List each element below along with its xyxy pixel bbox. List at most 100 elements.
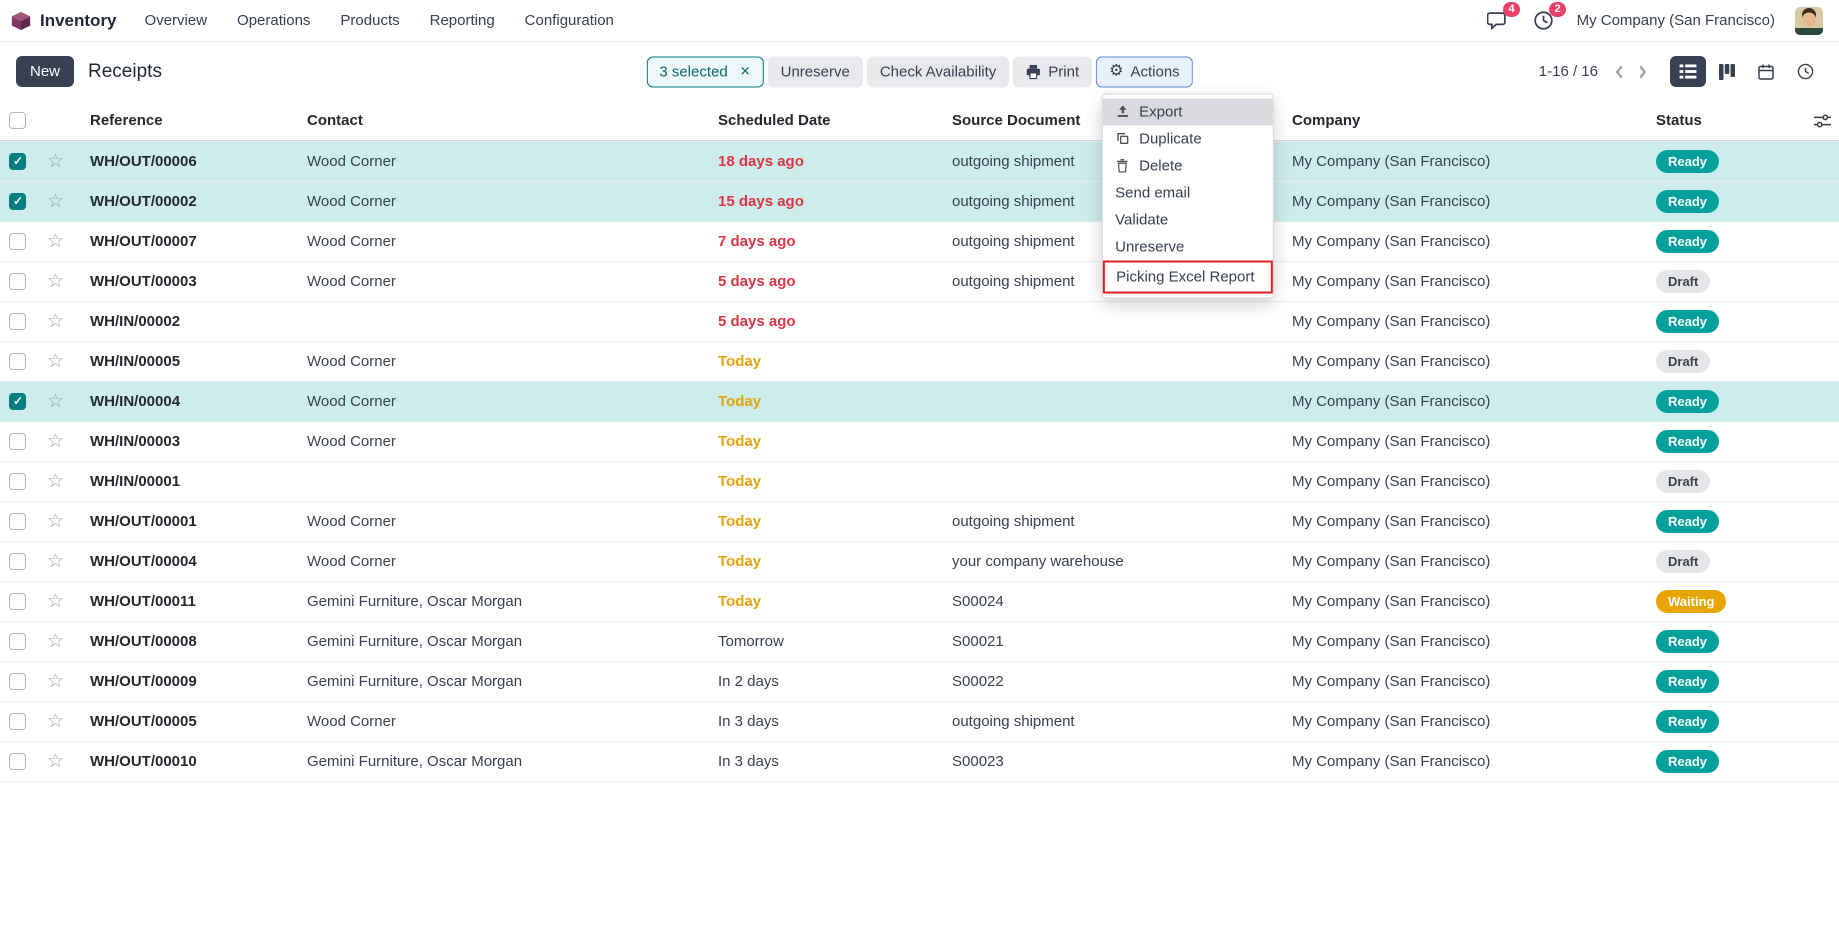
column-header-reference[interactable]: Reference bbox=[76, 112, 293, 129]
column-header-status[interactable]: Status bbox=[1642, 112, 1812, 129]
inventory-app-icon[interactable] bbox=[10, 10, 32, 32]
actions-menu-item[interactable]: Picking Excel Report bbox=[1103, 260, 1273, 293]
row-checkbox[interactable] bbox=[9, 513, 26, 530]
scheduled-date-cell: In 2 days bbox=[704, 673, 938, 690]
actions-button[interactable]: ⚙ Actions bbox=[1096, 56, 1193, 87]
company-switcher[interactable]: My Company (San Francisco) bbox=[1577, 12, 1775, 29]
selection-pill[interactable]: 3 selected ✕ bbox=[646, 56, 763, 87]
kanban-view-button[interactable] bbox=[1709, 56, 1745, 87]
print-button[interactable]: Print bbox=[1013, 56, 1092, 87]
list-row[interactable]: ☆ WH/OUT/00003 Wood Corner 5 days ago ou… bbox=[0, 261, 1839, 301]
favorite-star-icon[interactable]: ☆ bbox=[47, 632, 64, 651]
source-document-cell: outgoing shipment bbox=[938, 713, 1278, 730]
favorite-star-icon[interactable]: ☆ bbox=[47, 752, 64, 771]
row-checkbox[interactable] bbox=[9, 633, 26, 650]
favorite-star-icon[interactable]: ☆ bbox=[47, 392, 64, 411]
actions-menu-item[interactable]: Validate bbox=[1103, 206, 1273, 233]
list-row[interactable]: ☆ WH/OUT/00001 Wood Corner Today outgoin… bbox=[0, 501, 1839, 541]
row-checkbox[interactable] bbox=[9, 713, 26, 730]
actions-menu-item[interactable]: Unreserve bbox=[1103, 233, 1273, 260]
favorite-star-icon[interactable]: ☆ bbox=[47, 272, 64, 291]
row-checkbox[interactable] bbox=[9, 593, 26, 610]
list-row[interactable]: ☆ WH/OUT/00002 Wood Corner 15 days ago o… bbox=[0, 181, 1839, 221]
favorite-star-icon[interactable]: ☆ bbox=[47, 512, 64, 531]
pager-next-button[interactable] bbox=[1631, 61, 1654, 83]
actions-dropdown-menu: Export Duplicate Delete Send ema bbox=[1102, 93, 1274, 298]
activities-button[interactable]: 2 bbox=[1531, 9, 1557, 33]
row-checkbox[interactable] bbox=[9, 753, 26, 770]
column-header-scheduled-date[interactable]: Scheduled Date bbox=[704, 112, 938, 129]
company-cell: My Company (San Francisco) bbox=[1278, 593, 1642, 610]
favorite-star-icon[interactable]: ☆ bbox=[47, 552, 64, 571]
list-row[interactable]: ☆ WH/OUT/00004 Wood Corner Today your co… bbox=[0, 541, 1839, 581]
activity-view-button[interactable] bbox=[1787, 56, 1823, 87]
clear-selection-icon[interactable]: ✕ bbox=[740, 64, 751, 80]
pager-previous-button[interactable] bbox=[1608, 61, 1631, 83]
nav-menu-item[interactable]: Reporting bbox=[420, 7, 505, 34]
nav-menu-item[interactable]: Products bbox=[330, 7, 409, 34]
favorite-star-icon[interactable]: ☆ bbox=[47, 232, 64, 251]
actions-menu-item[interactable]: Export bbox=[1103, 98, 1273, 125]
favorite-star-icon[interactable]: ☆ bbox=[47, 152, 64, 171]
favorite-star-icon[interactable]: ☆ bbox=[47, 192, 64, 211]
list-row[interactable]: ☆ WH/IN/00005 Wood Corner Today My Compa… bbox=[0, 341, 1839, 381]
messages-button[interactable]: 4 bbox=[1485, 9, 1511, 33]
adjust-columns-icon[interactable] bbox=[1812, 114, 1839, 128]
favorite-star-icon[interactable]: ☆ bbox=[47, 312, 64, 331]
nav-menu-item[interactable]: Configuration bbox=[515, 7, 624, 34]
row-checkbox[interactable] bbox=[9, 553, 26, 570]
app-name[interactable]: Inventory bbox=[40, 11, 117, 31]
favorite-star-icon[interactable]: ☆ bbox=[47, 592, 64, 611]
row-checkbox[interactable] bbox=[9, 673, 26, 690]
row-checkbox[interactable] bbox=[9, 153, 26, 170]
actions-menu-item[interactable]: Duplicate bbox=[1103, 125, 1273, 152]
list-row[interactable]: ☆ WH/IN/00003 Wood Corner Today My Compa… bbox=[0, 421, 1839, 461]
list-row[interactable]: ☆ WH/OUT/00005 Wood Corner In 3 days out… bbox=[0, 701, 1839, 741]
list-row[interactable]: ☆ WH/OUT/00007 Wood Corner 7 days ago ou… bbox=[0, 221, 1839, 261]
row-checkbox[interactable] bbox=[9, 353, 26, 370]
list-view-button[interactable] bbox=[1670, 56, 1706, 87]
list-row[interactable]: ☆ WH/OUT/00011 Gemini Furniture, Oscar M… bbox=[0, 581, 1839, 621]
row-checkbox[interactable] bbox=[9, 393, 26, 410]
list-row[interactable]: ☆ WH/OUT/00009 Gemini Furniture, Oscar M… bbox=[0, 661, 1839, 701]
select-all-checkbox[interactable] bbox=[9, 112, 26, 129]
favorite-star-icon[interactable]: ☆ bbox=[47, 712, 64, 731]
row-checkbox[interactable] bbox=[9, 313, 26, 330]
list-row[interactable]: ☆ WH/OUT/00006 Wood Corner 18 days ago o… bbox=[0, 141, 1839, 181]
calendar-view-button[interactable] bbox=[1748, 56, 1784, 87]
row-checkbox[interactable] bbox=[9, 433, 26, 450]
actions-menu-item[interactable]: Delete bbox=[1103, 152, 1273, 179]
row-checkbox[interactable] bbox=[9, 193, 26, 210]
favorite-star-icon[interactable]: ☆ bbox=[47, 432, 64, 451]
list-row[interactable]: ☆ WH/IN/00004 Wood Corner Today My Compa… bbox=[0, 381, 1839, 421]
nav-menu-item[interactable]: Overview bbox=[135, 7, 218, 34]
column-header-contact[interactable]: Contact bbox=[293, 112, 704, 129]
list-row[interactable]: ☆ WH/OUT/00010 Gemini Furniture, Oscar M… bbox=[0, 741, 1839, 781]
scheduled-date-cell: Today bbox=[704, 353, 938, 370]
company-cell: My Company (San Francisco) bbox=[1278, 473, 1642, 490]
unreserve-button[interactable]: Unreserve bbox=[768, 56, 863, 87]
favorite-star-icon[interactable]: ☆ bbox=[47, 672, 64, 691]
new-button[interactable]: New bbox=[16, 56, 74, 87]
reference-cell: WH/OUT/00005 bbox=[76, 713, 293, 730]
source-document-cell: S00024 bbox=[938, 593, 1278, 610]
check-availability-button[interactable]: Check Availability bbox=[867, 56, 1009, 87]
column-header-company[interactable]: Company bbox=[1278, 112, 1642, 129]
actions-menu-item[interactable]: Send email bbox=[1103, 179, 1273, 206]
scheduled-date-cell: Today bbox=[704, 433, 938, 450]
row-checkbox[interactable] bbox=[9, 233, 26, 250]
row-checkbox[interactable] bbox=[9, 473, 26, 490]
list-row[interactable]: ☆ WH/OUT/00008 Gemini Furniture, Oscar M… bbox=[0, 621, 1839, 661]
user-avatar[interactable] bbox=[1795, 7, 1823, 35]
list-row[interactable]: ☆ WH/IN/00002 5 days ago My Company (San… bbox=[0, 301, 1839, 341]
reference-cell: WH/IN/00004 bbox=[76, 393, 293, 410]
favorite-star-icon[interactable]: ☆ bbox=[47, 472, 64, 491]
nav-menu-item[interactable]: Operations bbox=[227, 7, 320, 34]
scheduled-date-cell: 5 days ago bbox=[704, 273, 938, 290]
company-cell: My Company (San Francisco) bbox=[1278, 633, 1642, 650]
row-checkbox[interactable] bbox=[9, 273, 26, 290]
list-row[interactable]: ☆ WH/IN/00001 Today My Company (San Fran… bbox=[0, 461, 1839, 501]
reference-cell: WH/OUT/00007 bbox=[76, 233, 293, 250]
favorite-star-icon[interactable]: ☆ bbox=[47, 352, 64, 371]
reference-cell: WH/IN/00001 bbox=[76, 473, 293, 490]
